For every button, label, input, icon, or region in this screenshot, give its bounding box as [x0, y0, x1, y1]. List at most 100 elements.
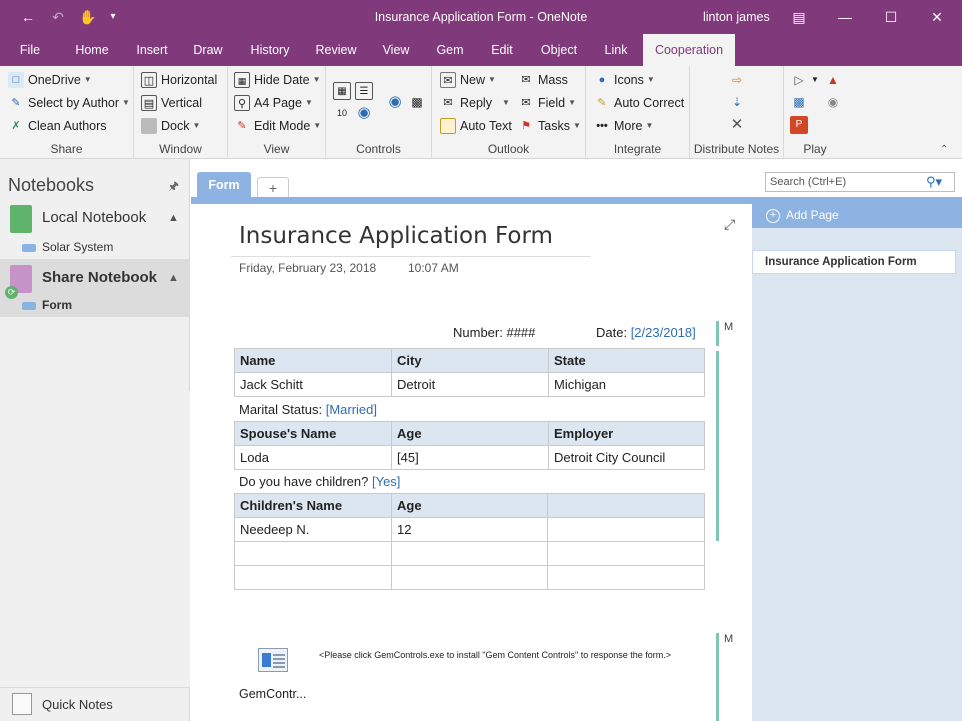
table-cell[interactable] — [547, 517, 705, 542]
add-section-button[interactable]: + — [257, 177, 289, 199]
briefcase-control-icon[interactable]: ▩ — [408, 93, 426, 111]
powerpoint-icon[interactable]: P — [790, 116, 808, 134]
ribbon-display-options-icon[interactable]: ▤ — [777, 4, 821, 30]
children-question-line[interactable]: Do you have children? [Yes] — [239, 474, 400, 489]
chevron-up-icon[interactable]: ▲ — [168, 272, 179, 284]
install-note[interactable]: <Please click GemControls.exe to install… — [319, 650, 671, 660]
tab-home[interactable]: Home — [66, 34, 118, 66]
slideshow-icon[interactable]: ▩ — [790, 93, 808, 111]
date-value[interactable]: [2/23/2018] — [631, 325, 696, 340]
expand-icon[interactable]: ⤢ — [724, 216, 735, 233]
search-icon[interactable]: ⚲▾ — [926, 174, 942, 190]
dock-button[interactable]: Dock ▼ — [141, 116, 200, 136]
document-icon: □ — [8, 72, 24, 88]
maximize-button[interactable]: ☐ — [869, 4, 913, 30]
group-window: ◫ Horizontal ▤ Vertical Dock ▼ Window — [134, 66, 228, 159]
edit-mode-button[interactable]: ✎ Edit Mode ▼ — [234, 116, 321, 136]
auto-correct-button[interactable]: ✎ Auto Correct — [594, 93, 684, 113]
file-attachment-icon[interactable] — [258, 648, 288, 672]
mass-mail-button[interactable]: ✉ Mass — [518, 70, 567, 90]
collapse-ribbon-icon[interactable]: ⌃ — [940, 144, 948, 155]
remove-distribution-icon[interactable]: ✕ — [728, 116, 746, 134]
tab-edit[interactable]: Edit — [482, 34, 522, 66]
attachment-name[interactable]: GemContr... — [239, 687, 306, 701]
group-label-distribute-notes: Distribute Notes — [693, 142, 780, 156]
search-input[interactable]: Search (Ctrl+E) — [770, 176, 846, 188]
select-by-author-button[interactable]: ✎ Select by Author ▼ — [8, 93, 130, 113]
children-question-value[interactable]: [Yes] — [372, 474, 400, 489]
page-title[interactable]: Insurance Application Form — [239, 223, 553, 249]
page-item[interactable]: Insurance Application Form — [752, 250, 956, 274]
new-mail-button[interactable]: ✉ New ▼ — [440, 70, 496, 90]
tab-history[interactable]: History — [242, 34, 298, 66]
section-solar-system[interactable]: Solar System — [0, 236, 190, 259]
a4-page-button[interactable]: ⚲ A4 Page ▼ — [234, 93, 313, 113]
table-cell[interactable] — [391, 565, 548, 590]
icons-button[interactable]: ● Icons ▼ — [594, 70, 655, 90]
quick-notes[interactable]: Quick Notes — [0, 687, 190, 721]
table-cell[interactable]: Detroit City Council — [548, 445, 705, 470]
table-cell[interactable]: [45] — [391, 445, 549, 470]
tab-view[interactable]: View — [374, 34, 418, 66]
number-control-icon[interactable]: 10 — [333, 104, 351, 122]
chevron-up-icon[interactable]: ▲ — [168, 212, 179, 224]
marital-status-line[interactable]: Marital Status: [Married] — [239, 402, 377, 417]
page-pane: + Add Page Insurance Application Form — [752, 204, 962, 721]
notebook-local[interactable]: Local Notebook ▲ — [0, 199, 190, 237]
section-icon — [22, 244, 36, 252]
tab-file[interactable]: File — [8, 34, 52, 66]
tab-gem[interactable]: Gem — [430, 34, 470, 66]
notebook-share[interactable]: ⟳ Share Notebook ▲ Form — [0, 259, 190, 317]
section-form[interactable]: Form — [0, 294, 190, 317]
date-field[interactable]: Date: [2/23/2018] — [596, 325, 696, 340]
clean-authors-button[interactable]: ✗ Clean Authors — [8, 116, 106, 136]
hide-date-button[interactable]: ▦ Hide Date ▼ — [234, 70, 321, 90]
distribute-right-icon[interactable]: ⇨ — [728, 71, 746, 89]
horizontal-button[interactable]: ◫ Horizontal — [141, 70, 217, 90]
play-dropdown-icon[interactable]: ▼ — [806, 71, 824, 89]
table-cell[interactable]: Michigan — [548, 372, 705, 397]
minimize-button[interactable]: — — [823, 4, 867, 30]
reply-button[interactable]: ✉ Reply ▼ — [440, 93, 510, 113]
table-cell[interactable]: Loda — [234, 445, 392, 470]
grid-control-icon[interactable]: ▦ — [333, 82, 351, 100]
table-cell[interactable] — [547, 541, 705, 566]
vertical-button[interactable]: ▤ Vertical — [141, 93, 202, 113]
user-name[interactable]: linton james — [703, 10, 770, 24]
table-cell[interactable] — [234, 541, 392, 566]
list-control-icon[interactable]: ☰ — [355, 82, 373, 100]
add-page-button[interactable]: + Add Page — [752, 204, 962, 228]
close-button[interactable]: ✕ — [915, 4, 959, 30]
tasks-button[interactable]: ⚑ Tasks ▼ — [518, 116, 581, 136]
icons-icon: ● — [598, 74, 606, 86]
search-box[interactable]: Search (Ctrl+E) ⚲▾ — [765, 172, 955, 192]
table-cell[interactable]: Jack Schitt — [234, 372, 392, 397]
table-cell[interactable]: 12 — [391, 517, 548, 542]
tab-cooperation[interactable]: Cooperation — [643, 34, 735, 66]
table-cell[interactable]: Needeep N. — [234, 517, 392, 542]
table-cell[interactable] — [391, 541, 548, 566]
page-date: Friday, February 23, 2018 — [239, 261, 377, 275]
page-canvas[interactable]: ⤢ Insurance Application Form Friday, Feb… — [191, 204, 751, 721]
tab-draw[interactable]: Draw — [186, 34, 230, 66]
marital-status-value[interactable]: [Married] — [326, 402, 377, 417]
auto-text-button[interactable]: Auto Text — [440, 116, 512, 136]
table-cell[interactable]: Detroit — [391, 372, 549, 397]
option-control-icon[interactable]: ◉ — [386, 93, 404, 111]
radio-control-icon[interactable]: ◉ — [355, 104, 373, 122]
tab-review[interactable]: Review — [308, 34, 364, 66]
field-button[interactable]: ✉ Field ▼ — [518, 93, 576, 113]
distribute-down-icon[interactable]: ⇣ — [728, 93, 746, 111]
tab-link[interactable]: Link — [596, 34, 636, 66]
pin-icon[interactable]: 🖈 — [168, 177, 179, 198]
tab-object[interactable]: Object — [532, 34, 586, 66]
table-cell[interactable] — [234, 565, 392, 590]
table-cell[interactable] — [547, 565, 705, 590]
more-button[interactable]: ••• More ▼ — [594, 116, 653, 136]
pdf-icon[interactable]: ▲ — [824, 71, 842, 89]
web-page-icon[interactable]: ◉ — [824, 93, 842, 111]
onedrive-button[interactable]: □ OneDrive ▼ — [8, 70, 92, 90]
number-field[interactable]: Number: #### — [453, 325, 535, 340]
tab-insert[interactable]: Insert — [128, 34, 176, 66]
page-item-label: Insurance Application Form — [765, 256, 917, 268]
